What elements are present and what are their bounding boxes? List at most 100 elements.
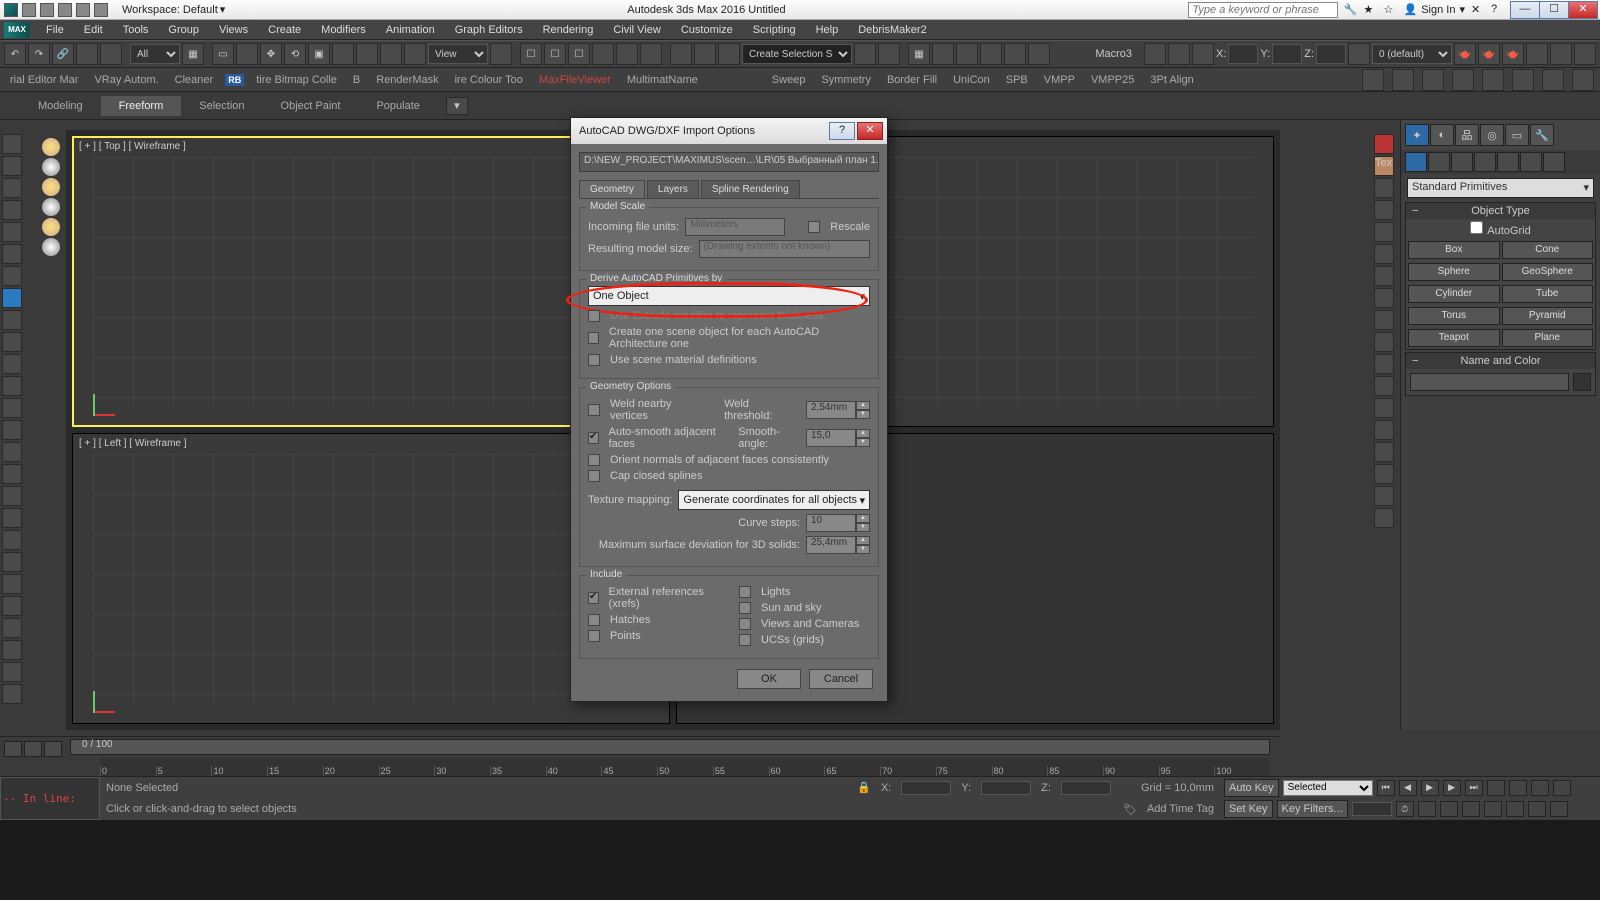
autosmooth-checkbox[interactable]	[588, 432, 599, 444]
rt-icon[interactable]	[1374, 486, 1394, 506]
tool-item[interactable]: MultimatName	[623, 74, 702, 86]
tool-item[interactable]: tire Bitmap Colle	[252, 74, 341, 86]
close-button[interactable]: ✕	[1568, 1, 1598, 19]
tube-button[interactable]: Tube	[1502, 285, 1594, 303]
tb-icon[interactable]	[956, 43, 978, 65]
coord-x[interactable]	[901, 781, 951, 795]
tag-icon[interactable]: 🏷	[1123, 803, 1137, 816]
move-icon[interactable]: ✥	[260, 43, 282, 65]
box-button[interactable]: Box	[1408, 241, 1500, 259]
nav-icon[interactable]	[1509, 780, 1527, 796]
tool-item[interactable]: RenderMask	[372, 74, 442, 86]
points-checkbox[interactable]	[588, 630, 600, 642]
tab-layers[interactable]: Layers	[647, 180, 699, 198]
tb-icon[interactable]: ▦	[908, 43, 930, 65]
tool-item[interactable]: Border Fill	[883, 74, 941, 86]
frame-input[interactable]	[1352, 802, 1392, 816]
tb-icon[interactable]	[854, 43, 876, 65]
nav-icon[interactable]	[1418, 801, 1436, 817]
views-checkbox[interactable]	[739, 618, 751, 630]
tb-icon[interactable]	[236, 43, 258, 65]
exchange-icon[interactable]: ✕	[1471, 3, 1485, 17]
lights-icon[interactable]	[1451, 152, 1473, 172]
tool-item[interactable]: UniCon	[949, 74, 994, 86]
tab-geometry[interactable]: Geometry	[579, 180, 645, 198]
ribbon-objectpaint[interactable]: Object Paint	[263, 96, 359, 116]
tb-icon[interactable]	[1542, 69, 1564, 91]
rt-icon[interactable]	[1374, 398, 1394, 418]
menu-views[interactable]: Views	[209, 22, 258, 38]
cone-button[interactable]: Cone	[1502, 241, 1594, 259]
nav-icon[interactable]	[1506, 801, 1524, 817]
helpers-icon[interactable]	[1497, 152, 1519, 172]
prev-frame-icon[interactable]: ◀	[1399, 780, 1417, 796]
left-tool-icon[interactable]	[2, 684, 22, 704]
lock-icon[interactable]: 🔒	[857, 781, 871, 794]
qa-icon[interactable]	[58, 3, 72, 17]
left-tool-icon[interactable]	[2, 354, 22, 374]
nav-icon[interactable]	[1484, 801, 1502, 817]
plane-button[interactable]: Plane	[1502, 329, 1594, 347]
tool-item[interactable]: VMPP25	[1087, 74, 1138, 86]
name-field[interactable]	[1410, 373, 1569, 391]
rt-icon[interactable]	[1374, 354, 1394, 374]
tool-item[interactable]: Sweep	[768, 74, 810, 86]
lights-checkbox[interactable]	[739, 586, 751, 598]
time-ruler[interactable]: 0510152025303540455055606570758085909510…	[100, 758, 1270, 776]
tb-icon[interactable]	[380, 43, 402, 65]
render-icon[interactable]: 🫖	[1454, 43, 1476, 65]
y-input[interactable]	[1272, 44, 1302, 64]
left-tool-icon[interactable]	[2, 222, 22, 242]
infocenter-icon[interactable]: 🔧	[1344, 3, 1358, 17]
ribbon-modeling[interactable]: Modeling	[20, 96, 101, 116]
tool-item[interactable]: MaxFileViewer	[535, 74, 615, 86]
tb-icon[interactable]: ↶	[4, 43, 26, 65]
menu-customize[interactable]: Customize	[671, 22, 743, 38]
tool-item[interactable]: 3Pt Align	[1146, 74, 1197, 86]
rt-icon[interactable]	[1374, 508, 1394, 528]
weld-checkbox[interactable]	[588, 404, 600, 416]
qa-icon[interactable]	[40, 3, 54, 17]
selection-filter[interactable]: All	[130, 44, 180, 64]
tool-item[interactable]: VMPP	[1040, 74, 1079, 86]
rt-icon[interactable]	[1374, 244, 1394, 264]
left-tool-icon[interactable]	[2, 442, 22, 462]
tb-icon[interactable]	[670, 43, 692, 65]
tb-icon[interactable]	[1392, 69, 1414, 91]
curve-steps-input[interactable]: 10	[806, 514, 856, 532]
rt-icon[interactable]	[1374, 464, 1394, 484]
autogrid-check[interactable]: AutoGrid	[1406, 219, 1595, 239]
spinner-down-icon[interactable]: ▼	[856, 523, 870, 532]
rt-icon[interactable]	[1374, 420, 1394, 440]
torus-button[interactable]: Torus	[1408, 307, 1500, 325]
tool-item[interactable]: SPB	[1002, 74, 1032, 86]
left-tool-icon[interactable]	[2, 574, 22, 594]
tool-item[interactable]: VRay Autom.	[90, 74, 162, 86]
z-input[interactable]	[1316, 44, 1346, 64]
left-tool-icon[interactable]	[2, 552, 22, 572]
time-config-icon[interactable]: ⏱	[1396, 801, 1414, 817]
qa-icon[interactable]	[22, 3, 36, 17]
light-icon[interactable]	[42, 178, 60, 196]
tool-item[interactable]: ire Colour Too	[451, 74, 527, 86]
modify-tab-icon[interactable]: ◐	[1430, 124, 1454, 146]
qa-icon[interactable]	[76, 3, 90, 17]
left-tool-icon[interactable]	[2, 662, 22, 682]
menu-help[interactable]: Help	[806, 22, 849, 38]
space-icon[interactable]	[1520, 152, 1542, 172]
coord-z[interactable]	[1061, 781, 1111, 795]
menu-file[interactable]: File	[36, 22, 74, 38]
tb-icon[interactable]	[1192, 43, 1214, 65]
next-frame-icon[interactable]: ▶	[1443, 780, 1461, 796]
cylinder-button[interactable]: Cylinder	[1408, 285, 1500, 303]
track-icon[interactable]	[4, 741, 22, 757]
left-tool-icon[interactable]	[2, 200, 22, 220]
light-icon[interactable]	[42, 238, 60, 256]
tb-icon[interactable]	[1512, 69, 1534, 91]
spinner-down-icon[interactable]: ▼	[856, 410, 870, 419]
tb-icon[interactable]: ▦	[182, 43, 204, 65]
left-tool-icon[interactable]	[2, 508, 22, 528]
tb-icon[interactable]: 🔗	[52, 43, 74, 65]
texture-mapping-dropdown[interactable]: Generate coordinates for all objects▾	[678, 490, 870, 510]
qa-icon[interactable]	[94, 3, 108, 17]
